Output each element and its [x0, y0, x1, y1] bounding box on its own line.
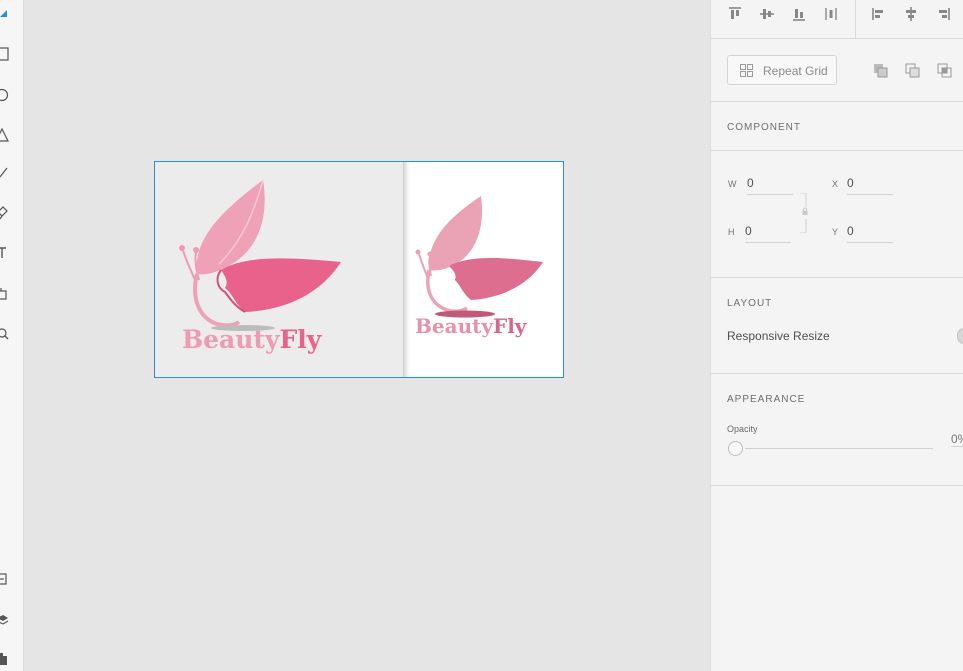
text-icon[interactable] — [0, 246, 14, 260]
boolean-subtract-icon[interactable] — [905, 63, 921, 84]
y-label: Y — [832, 227, 839, 237]
layout-section: LAYOUT Responsive Resize — [711, 278, 963, 374]
repeat-grid-label: Repeat Grid — [763, 64, 828, 78]
brand-word-fly: Fly — [493, 314, 527, 338]
line-icon[interactable] — [0, 166, 14, 180]
align-bottom-icon[interactable] — [791, 6, 807, 22]
responsive-resize-toggle[interactable] — [957, 328, 963, 344]
align-left-icon[interactable] — [871, 6, 887, 22]
height-field[interactable]: 0 — [745, 224, 791, 243]
appearance-title: APPEARANCE — [727, 394, 806, 405]
component-section: COMPONENT — [711, 102, 963, 151]
boolean-add-icon[interactable] — [873, 63, 889, 84]
plugins-icon[interactable] — [0, 652, 14, 666]
x-field[interactable]: 0 — [847, 176, 893, 195]
brand-word-fly: Fly — [279, 325, 322, 354]
rectangle-icon[interactable] — [0, 47, 14, 61]
select-icon[interactable] — [0, 7, 14, 21]
layout-title: LAYOUT — [727, 298, 773, 309]
responsive-resize-label: Responsive Resize — [727, 329, 830, 343]
butterfly-logo-right — [415, 196, 543, 318]
align-top-icon[interactable] — [727, 6, 743, 22]
lock-aspect-icon[interactable] — [798, 192, 810, 238]
artboard-icon[interactable] — [0, 287, 14, 301]
layers-icon[interactable] — [0, 613, 14, 627]
opacity-label: Opacity — [727, 424, 758, 434]
alignment-section — [711, 0, 963, 39]
distribute-vertical-icon[interactable] — [823, 6, 839, 22]
align-right-icon[interactable] — [935, 6, 951, 22]
brand-word-beauty: Beauty — [182, 325, 280, 354]
component-title: COMPONENT — [727, 122, 801, 133]
beautyfly-logo-image-left[interactable]: BeautyFly — [155, 162, 403, 377]
tools-toolbar — [0, 0, 24, 671]
height-label: H — [728, 227, 735, 237]
x-label: X — [832, 179, 839, 189]
ellipse-icon[interactable] — [0, 88, 14, 102]
brand-wordmark-right: BeautyFly — [415, 314, 526, 338]
brand-wordmark-left: BeautyFly — [182, 325, 321, 354]
pen-icon[interactable] — [0, 206, 14, 220]
triangle-icon[interactable] — [0, 128, 14, 142]
beautyfly-logo-image-right[interactable]: BeautyFly — [403, 162, 563, 377]
appearance-section: APPEARANCE Opacity 0% — [711, 374, 963, 486]
transform-section: W 0 X 0 H 0 Y 0 — [711, 151, 963, 278]
y-field[interactable]: 0 — [847, 224, 893, 243]
align-center-icon[interactable] — [903, 6, 919, 22]
opacity-value-field[interactable]: 0% — [951, 432, 963, 447]
repeat-grid-button[interactable]: Repeat Grid — [727, 55, 837, 85]
brand-word-beauty: Beauty — [415, 314, 493, 338]
align-middle-icon[interactable] — [759, 6, 775, 22]
design-canvas[interactable]: BeautyFly BeautyFly — [24, 0, 710, 671]
opacity-slider-track[interactable] — [745, 448, 933, 449]
assets-icon[interactable] — [0, 572, 14, 586]
property-inspector: Repeat Grid COMPONENT W 0 X 0 H 0 Y 0 LA… — [710, 0, 963, 671]
repeat-grid-section: Repeat Grid — [711, 39, 963, 102]
selected-image-group[interactable]: BeautyFly BeautyFly — [154, 161, 564, 378]
width-field[interactable]: 0 — [747, 176, 793, 195]
width-label: W — [728, 179, 737, 189]
boolean-intersect-icon[interactable] — [937, 63, 953, 84]
grid-icon — [740, 64, 753, 77]
divider — [855, 0, 856, 38]
zoom-icon[interactable] — [0, 328, 14, 342]
opacity-slider-handle[interactable] — [728, 441, 743, 456]
